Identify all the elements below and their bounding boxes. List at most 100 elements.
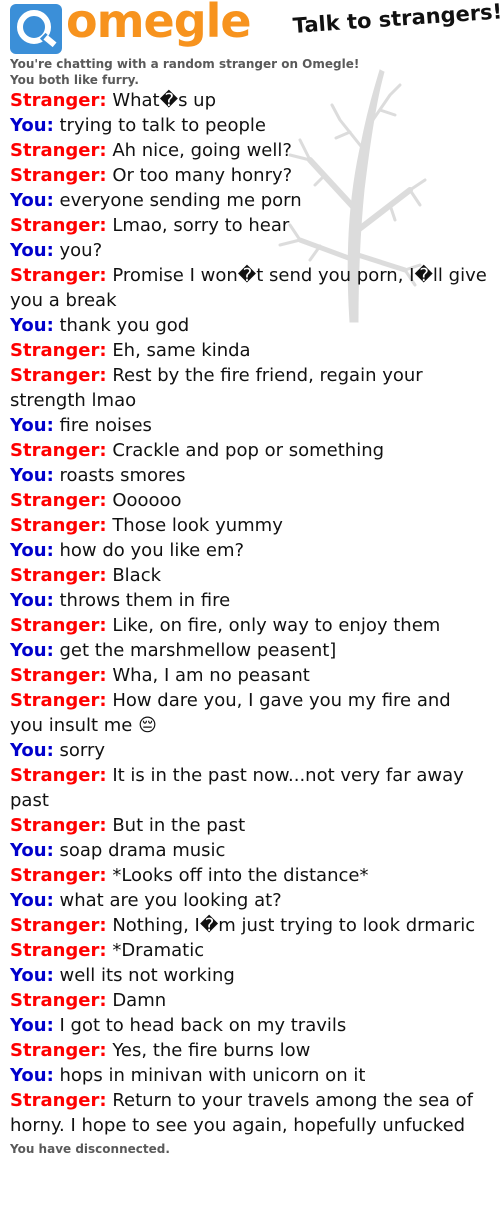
message-text: throws them in fire xyxy=(59,590,231,611)
chat-message: Stranger: How dare you, I gave you my fi… xyxy=(10,688,488,738)
stranger-label: Stranger: xyxy=(10,990,107,1011)
message-text: Ah nice, going well? xyxy=(112,140,292,161)
stranger-label: Stranger: xyxy=(10,140,107,161)
header: omegle Talk to strangers! xyxy=(0,0,500,60)
you-label: You: xyxy=(10,965,54,986)
stranger-label: Stranger: xyxy=(10,215,107,236)
chat-message: Stranger: Oooooo xyxy=(10,488,488,513)
stranger-label: Stranger: xyxy=(10,915,107,936)
chat-message: You: everyone sending me porn xyxy=(10,188,488,213)
message-text: *Dramatic xyxy=(112,940,205,961)
stranger-label: Stranger: xyxy=(10,340,107,361)
you-label: You: xyxy=(10,840,54,861)
stranger-label: Stranger: xyxy=(10,1090,107,1111)
stranger-label: Stranger: xyxy=(10,165,107,186)
stranger-label: Stranger: xyxy=(10,565,107,586)
chat-message: You: fire noises xyxy=(10,413,488,438)
stranger-label: Stranger: xyxy=(10,865,107,886)
message-text: *Looks off into the distance* xyxy=(112,865,369,886)
omegle-logo-icon xyxy=(10,4,62,54)
chat-message: Stranger: Like, on fire, only way to enj… xyxy=(10,613,488,638)
stranger-label: Stranger: xyxy=(10,615,107,636)
message-text: soap drama music xyxy=(59,840,226,861)
you-label: You: xyxy=(10,740,54,761)
message-text: Nothing, I�m just trying to look drmaric xyxy=(112,915,476,936)
message-text: I got to head back on my travils xyxy=(59,1015,347,1036)
omegle-logo-text: omegle xyxy=(66,0,252,48)
stranger-label: Stranger: xyxy=(10,265,107,286)
message-text: Yes, the fire burns low xyxy=(112,1040,311,1061)
stranger-label: Stranger: xyxy=(10,490,107,511)
message-text: Oooooo xyxy=(112,490,182,511)
stranger-label: Stranger: xyxy=(10,940,107,961)
message-text: Or too many honry? xyxy=(112,165,293,186)
chat-message: You: what are you looking at? xyxy=(10,888,488,913)
chat-message: Stranger: Return to your travels among t… xyxy=(10,1088,488,1138)
status-disconnected: You have disconnected. xyxy=(10,1142,170,1156)
message-text: Crackle and pop or something xyxy=(112,440,385,461)
you-label: You: xyxy=(10,115,54,136)
chat-message: Stranger: Or too many honry? xyxy=(10,163,488,188)
stranger-label: Stranger: xyxy=(10,365,107,386)
chat-message: Stranger: Wha, I am no peasant xyxy=(10,663,488,688)
stranger-label: Stranger: xyxy=(10,90,107,111)
chat-message: You: soap drama music xyxy=(10,838,488,863)
stranger-label: Stranger: xyxy=(10,690,107,711)
you-label: You: xyxy=(10,190,54,211)
message-text: But in the past xyxy=(112,815,246,836)
chat-message: You: hops in minivan with unicorn on it xyxy=(10,1063,488,1088)
message-text: well its not working xyxy=(59,965,235,986)
message-text: Black xyxy=(112,565,162,586)
you-label: You: xyxy=(10,465,54,486)
chat-message: Stranger: But in the past xyxy=(10,813,488,838)
message-text: Lmao, sorry to hear xyxy=(112,215,290,236)
chat-message: Stranger: Eh, same kinda xyxy=(10,338,488,363)
stranger-label: Stranger: xyxy=(10,815,107,836)
message-text: Those look yummy xyxy=(112,515,283,536)
message-text: everyone sending me porn xyxy=(59,190,302,211)
chat-message: Stranger: It is in the past now...not ve… xyxy=(10,763,488,813)
status-connected: You're chatting with a random stranger o… xyxy=(10,57,360,71)
chat-message: Stranger: Lmao, sorry to hear xyxy=(10,213,488,238)
message-text: roasts smores xyxy=(59,465,186,486)
stranger-label: Stranger: xyxy=(10,1040,107,1061)
you-label: You: xyxy=(10,540,54,561)
you-label: You: xyxy=(10,240,54,261)
stranger-label: Stranger: xyxy=(10,440,107,461)
chat-message: Stranger: *Looks off into the distance* xyxy=(10,863,488,888)
message-text: get the marshmellow peasent] xyxy=(59,640,337,661)
tagline: Talk to strangers! xyxy=(292,0,500,38)
message-list: Stranger: What�s up You: trying to talk t… xyxy=(10,88,488,1138)
chat-message: You: you? xyxy=(10,238,488,263)
you-label: You: xyxy=(10,640,54,661)
you-label: You: xyxy=(10,890,54,911)
message-text: Wha, I am no peasant xyxy=(112,665,310,686)
chat-message: You: throws them in fire xyxy=(10,588,488,613)
chat-message: Stranger: Yes, the fire burns low xyxy=(10,1038,488,1063)
chat-message: You: get the marshmellow peasent] xyxy=(10,638,488,663)
stranger-label: Stranger: xyxy=(10,665,107,686)
chat-message: You: roasts smores xyxy=(10,463,488,488)
message-text: Like, on fire, only way to enjoy them xyxy=(112,615,441,636)
chat-message: Stranger: Promise I won�t send you porn,… xyxy=(10,263,488,313)
chat-message: You: sorry xyxy=(10,738,488,763)
you-label: You: xyxy=(10,415,54,436)
message-text: you? xyxy=(59,240,103,261)
message-text: how do you like em? xyxy=(59,540,245,561)
message-text: trying to talk to people xyxy=(59,115,267,136)
chat-message: Stranger: Damn xyxy=(10,988,488,1013)
chat-message: You: trying to talk to people xyxy=(10,113,488,138)
message-text: thank you god xyxy=(59,315,190,336)
stranger-label: Stranger: xyxy=(10,765,107,786)
chat-message: Stranger: *Dramatic xyxy=(10,938,488,963)
message-text: what are you looking at? xyxy=(59,890,282,911)
chat-message: You: well its not working xyxy=(10,963,488,988)
status-common-likes: You both like furry. xyxy=(10,73,139,87)
chat-message: Stranger: Black xyxy=(10,563,488,588)
you-label: You: xyxy=(10,590,54,611)
chat-message: Stranger: Those look yummy xyxy=(10,513,488,538)
stranger-label: Stranger: xyxy=(10,515,107,536)
chat-message: You: how do you like em? xyxy=(10,538,488,563)
message-text: hops in minivan with unicorn on it xyxy=(59,1065,366,1086)
chat-message: Stranger: Rest by the fire friend, regai… xyxy=(10,363,488,413)
